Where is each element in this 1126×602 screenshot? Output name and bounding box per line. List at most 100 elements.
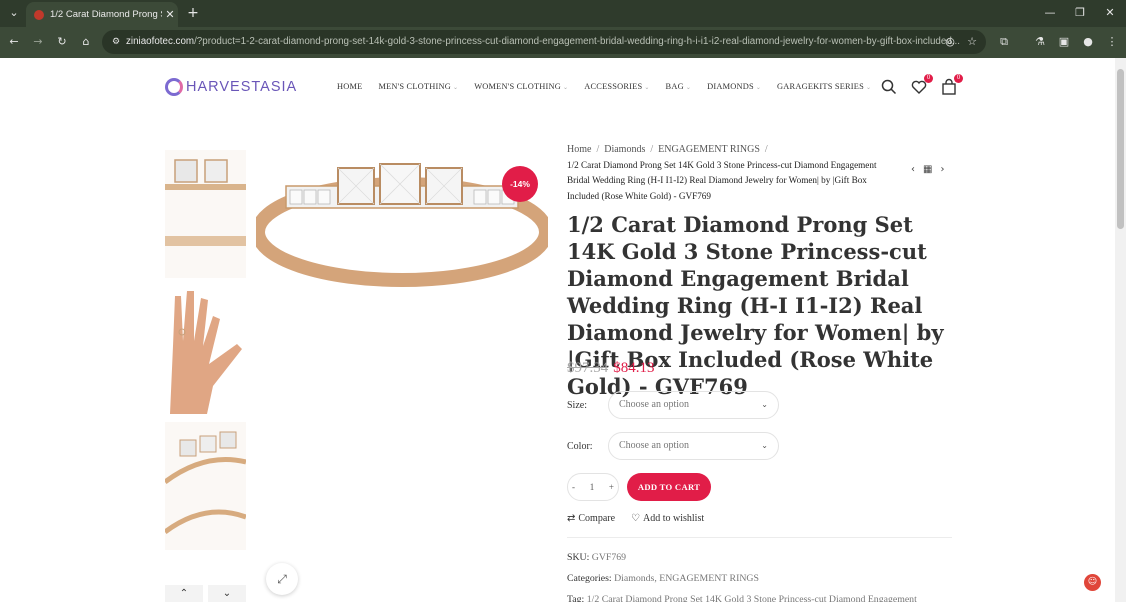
logo-text: HARVESTASIA — [186, 79, 298, 95]
chevron-down-icon: ⌄ — [452, 85, 459, 91]
chat-widget-icon[interactable]: ☺ — [1084, 574, 1101, 591]
categories-value[interactable]: Diamonds, ENGAGEMENT RINGS — [614, 573, 759, 584]
thumbnail-next-button[interactable]: ⌄ — [208, 585, 246, 602]
new-tab-icon[interactable]: + — [183, 3, 203, 23]
home-icon[interactable]: ⌂ — [76, 32, 96, 52]
header-icons: 0 0 — [880, 74, 963, 96]
sku-value: GVF769 — [591, 552, 627, 563]
sale-badge: -14% — [502, 166, 538, 202]
nav-item-womens-clothing[interactable]: WOMEN'S CLOTHING ⌄ — [474, 82, 568, 91]
extensions-icon[interactable]: ⧉ — [994, 32, 1014, 52]
scrollbar-thumb[interactable] — [1117, 69, 1124, 229]
site-logo[interactable]: HARVESTASIA — [165, 78, 297, 96]
browser-chrome: ⌄ 1/2 Carat Diamond Prong Set 1 ✕ + — ❐ … — [0, 0, 1126, 58]
zoom-expand-icon[interactable]: ⤢ — [266, 563, 298, 595]
cart-bag-icon[interactable]: 0 — [940, 74, 963, 96]
qty-input[interactable]: 1 — [590, 482, 595, 492]
nav-item-garagekits[interactable]: GARAGEKITS SERIES ⌄ — [777, 82, 871, 91]
cart-count-badge: 0 — [954, 74, 963, 83]
chevron-down-icon: ⌄ — [761, 441, 768, 450]
tab-title: 1/2 Carat Diamond Prong Set 1 — [50, 9, 162, 20]
compare-link[interactable]: ⇄ Compare — [567, 513, 615, 524]
original-price: $97.34 — [567, 360, 609, 376]
color-label: Color: — [567, 440, 593, 452]
main-nav: HOME MEN'S CLOTHING ⌄ WOMEN'S CLOTHING ⌄ A… — [337, 82, 887, 91]
thumbnail-prev-button[interactable]: ⌃ — [165, 585, 203, 602]
size-option-row: Size: Choose an option ⌄ — [567, 391, 779, 419]
chevron-down-icon: ⌄ — [563, 85, 569, 91]
forward-icon[interactable]: → — [28, 32, 48, 52]
categories-row: Categories: Diamonds, ENGAGEMENT RINGS — [567, 573, 759, 584]
thumbnail-ring-side[interactable] — [165, 422, 246, 550]
url-host: ziniaofotec.com — [126, 36, 195, 47]
breadcrumb: Home / Diamonds / ENGAGEMENT RINGS/ 1/2 Cara… — [567, 144, 877, 201]
thumbnail-ring-front[interactable] — [165, 150, 246, 278]
breadcrumb-diamonds[interactable]: Diamonds — [604, 144, 645, 155]
chevron-down-icon: ⌄ — [755, 85, 762, 91]
breadcrumb-home[interactable]: Home — [567, 144, 591, 155]
address-bar[interactable]: ziniaofotec.com/?product=1-2-carat-diamo… — [102, 30, 986, 54]
favicon-icon — [34, 9, 44, 20]
nav-item-home[interactable]: HOME — [337, 82, 362, 91]
lab-icon[interactable]: ⚗ — [1030, 32, 1050, 52]
web-page: HARVESTASIA HOME MEN'S CLOTHING ⌄ WOMEN'S… — [0, 58, 1115, 602]
size-label: Size: — [567, 399, 587, 411]
color-select-value: Choose an option — [619, 440, 689, 451]
bookmark-star-icon[interactable]: ☆ — [962, 32, 982, 52]
url-path: /?product=1-2-carat-diamond-prong-set-14… — [194, 36, 960, 47]
close-window-icon[interactable]: ✕ — [1100, 3, 1120, 23]
tags-label: Tag: — [567, 594, 585, 602]
add-to-cart-button[interactable]: ADD TO CART — [627, 473, 711, 501]
color-option-row: Color: Choose an option ⌄ — [567, 432, 779, 460]
sku-row: SKU: GVF769 — [567, 552, 626, 563]
sidebar-icon[interactable]: ▣ — [1054, 32, 1074, 52]
quantity-stepper: - 1 + — [567, 473, 619, 501]
back-to-grid-icon[interactable]: ▦ — [923, 164, 932, 175]
breadcrumb-engagement-rings[interactable]: ENGAGEMENT RINGS — [658, 144, 760, 155]
qty-plus-button[interactable]: + — [609, 482, 614, 492]
restore-icon[interactable]: ❐ — [1070, 3, 1090, 23]
minimize-icon[interactable]: — — [1040, 3, 1060, 23]
tab-list-chevron-icon[interactable]: ⌄ — [4, 3, 24, 23]
heart-icon: ♡ — [631, 513, 641, 524]
thumbnail-hand[interactable] — [165, 286, 246, 414]
menu-dots-icon[interactable]: ⋮ — [1102, 32, 1122, 52]
product-actions: ⇄ Compare ♡ Add to wishlist — [567, 513, 704, 524]
add-to-wishlist-link[interactable]: ♡ Add to wishlist — [631, 513, 704, 524]
sku-label: SKU: — [567, 552, 590, 563]
prev-product-icon[interactable]: ‹ — [911, 164, 915, 175]
divider — [567, 537, 952, 538]
chevron-down-icon: ⌄ — [865, 85, 872, 91]
tab-strip: ⌄ 1/2 Carat Diamond Prong Set 1 ✕ + — ❐ … — [0, 0, 1126, 27]
browser-tab[interactable]: 1/2 Carat Diamond Prong Set 1 ✕ — [26, 2, 178, 27]
back-icon[interactable]: ← — [4, 32, 24, 52]
size-select-value: Choose an option — [619, 399, 689, 410]
nav-item-mens-clothing[interactable]: MEN'S CLOTHING ⌄ — [378, 82, 458, 91]
color-select[interactable]: Choose an option ⌄ — [608, 432, 779, 460]
qty-minus-button[interactable]: - — [572, 482, 575, 492]
categories-label: Categories: — [567, 573, 612, 584]
reload-icon[interactable]: ↻ — [52, 32, 72, 52]
chevron-down-icon: ⌄ — [644, 85, 650, 91]
nav-item-diamonds[interactable]: DIAMONDS ⌄ — [707, 82, 761, 91]
main-product-image[interactable] — [251, 150, 553, 292]
site-info-icon[interactable]: ⚙ — [106, 32, 126, 52]
eye-off-icon[interactable]: ◎ — [940, 32, 960, 52]
product-price: $97.34 $84.13 — [567, 360, 655, 377]
page-scrollbar[interactable] — [1115, 58, 1126, 602]
nav-item-accessories[interactable]: ACCESSORIES ⌄ — [584, 82, 649, 91]
wishlist-count-badge: 0 — [924, 74, 933, 83]
thumbnail-gallery — [165, 150, 246, 558]
next-product-icon[interactable]: › — [940, 164, 944, 175]
search-icon[interactable] — [880, 78, 898, 96]
wishlist-heart-icon[interactable]: 0 — [910, 74, 933, 96]
chevron-down-icon: ⌄ — [761, 400, 768, 409]
profile-avatar-icon[interactable]: ● — [1078, 32, 1098, 52]
product-navigation: ‹ ▦ › — [911, 164, 944, 175]
size-select[interactable]: Choose an option ⌄ — [608, 391, 779, 419]
close-tab-icon[interactable]: ✕ — [162, 8, 178, 21]
tags-value[interactable]: 1/2 Carat Diamond Prong Set 14K Gold 3 S… — [587, 594, 917, 602]
sale-price: $84.13 — [613, 360, 655, 376]
tags-row: Tag: 1/2 Carat Diamond Prong Set 14K Gol… — [567, 594, 917, 602]
nav-item-bag[interactable]: BAG ⌄ — [666, 82, 692, 91]
